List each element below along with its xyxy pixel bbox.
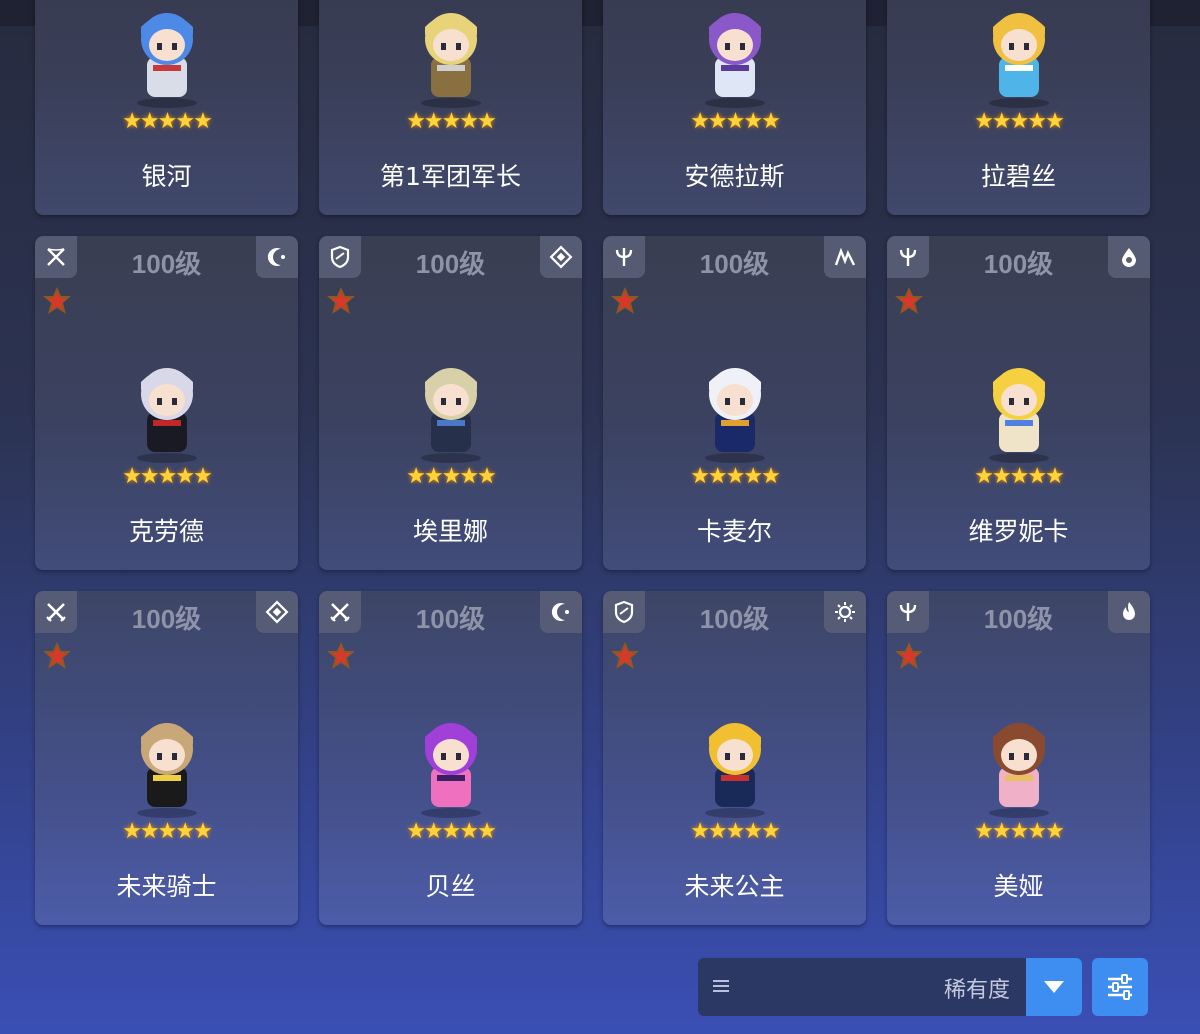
trident-icon (603, 236, 645, 278)
rank-badge (893, 286, 925, 318)
shield-icon (319, 236, 361, 278)
hero-name: 卡麦尔 (696, 517, 772, 546)
hero-portrait (391, 346, 511, 466)
hero-card[interactable]: 100级 ★★★★★ 维罗妮卡 (887, 236, 1150, 570)
earth-icon (540, 236, 582, 278)
hero-card[interactable]: 100级 ★★★★★ 未来公主 (603, 591, 866, 925)
hero-name: 未来骑士 (116, 872, 217, 901)
hero-level: 100级 (983, 604, 1054, 634)
hero-level: 100级 (699, 604, 770, 634)
rank-badge (41, 286, 73, 318)
bow-crossed-icon (35, 236, 77, 278)
hero-name: 银河 (141, 162, 192, 191)
rank-badge (609, 286, 641, 318)
star-rating: ★★★★★ (122, 109, 213, 134)
star-rating: ★★★★★ (974, 819, 1065, 844)
hero-level: 100级 (131, 249, 202, 279)
hero-name: 克劳德 (128, 517, 204, 546)
hero-card[interactable]: 100级 ★★★★★ 卡麦尔 (603, 236, 866, 570)
hero-card[interactable]: 100级 ★★★★★ 埃里娜 (319, 236, 582, 570)
fire-icon (1108, 591, 1150, 633)
hero-card[interactable]: 100级 ★★★★★ 贝丝 (319, 591, 582, 925)
hero-name: 维罗妮卡 (968, 517, 1069, 546)
shield-icon (603, 591, 645, 633)
hero-level: 100级 (415, 249, 486, 279)
star-rating: ★★★★★ (406, 819, 497, 844)
rank-badge (609, 641, 641, 673)
hero-card[interactable]: 100级 ★★★★★ 未来骑士 (35, 591, 298, 925)
hero-name: 第1军团军长 (380, 162, 521, 191)
hero-portrait (391, 0, 511, 111)
sliders-icon (1108, 974, 1132, 1000)
sort-label: 稀有度 (943, 978, 1010, 1003)
sun-icon (824, 591, 866, 633)
hero-portrait (107, 701, 227, 821)
hero-card[interactable]: 100级 ★★★★★ 美娅 (887, 591, 1150, 925)
hero-portrait (107, 346, 227, 466)
moon-icon (540, 591, 582, 633)
hero-card[interactable]: ★★★★★ 银河 (35, 0, 298, 215)
hero-portrait (675, 346, 795, 466)
star-rating: ★★★★★ (690, 819, 781, 844)
sort-bar[interactable]: 稀有度 (698, 958, 1082, 1016)
star-rating: ★★★★★ (690, 464, 781, 489)
hero-portrait (675, 0, 795, 111)
trident-icon (887, 236, 929, 278)
hero-grid: ★★★★★ 银河 ★★★★★ 第1军团军长 ★★★★★ 安德拉斯 ★★★★★ 拉… (35, 0, 1150, 925)
star-rating: ★★★★★ (406, 464, 497, 489)
hero-name: 美娅 (993, 872, 1044, 901)
hero-level: 100级 (983, 249, 1054, 279)
moon-icon (256, 236, 298, 278)
hero-portrait (959, 0, 1079, 111)
chevron-down-icon (1044, 981, 1064, 993)
hero-card[interactable]: 100级 ★★★★★ 克劳德 (35, 236, 298, 570)
star-rating: ★★★★★ (690, 109, 781, 134)
rank-badge (325, 641, 357, 673)
earth-icon (256, 591, 298, 633)
sort-dropdown-button[interactable] (1026, 958, 1082, 1016)
hero-name: 埃里娜 (412, 517, 488, 546)
hero-card[interactable]: ★★★★★ 安德拉斯 (603, 0, 866, 215)
rank-badge (41, 641, 73, 673)
hero-portrait (675, 701, 795, 821)
hero-card[interactable]: ★★★★★ 拉碧丝 (887, 0, 1150, 215)
hero-level: 100级 (415, 604, 486, 634)
trident-icon (887, 591, 929, 633)
filter-button[interactable] (1092, 958, 1148, 1016)
hero-name: 拉碧丝 (980, 162, 1056, 191)
list-icon (710, 976, 732, 998)
star-rating: ★★★★★ (122, 819, 213, 844)
hero-name: 未来公主 (684, 872, 785, 901)
swords-icon (35, 591, 77, 633)
hero-name: 贝丝 (425, 872, 476, 901)
hero-portrait (959, 346, 1079, 466)
water-icon (1108, 236, 1150, 278)
hero-portrait (959, 701, 1079, 821)
hero-level: 100级 (131, 604, 202, 634)
rank-badge (325, 286, 357, 318)
star-rating: ★★★★★ (974, 464, 1065, 489)
hero-portrait (107, 0, 227, 111)
star-rating: ★★★★★ (406, 109, 497, 134)
hero-level: 100级 (699, 249, 770, 279)
star-rating: ★★★★★ (974, 109, 1065, 134)
hero-portrait (391, 701, 511, 821)
star-rating: ★★★★★ (122, 464, 213, 489)
wind-icon (824, 236, 866, 278)
rank-badge (893, 641, 925, 673)
swords-icon (319, 591, 361, 633)
hero-name: 安德拉斯 (684, 162, 785, 191)
hero-card[interactable]: ★★★★★ 第1军团军长 (319, 0, 582, 215)
